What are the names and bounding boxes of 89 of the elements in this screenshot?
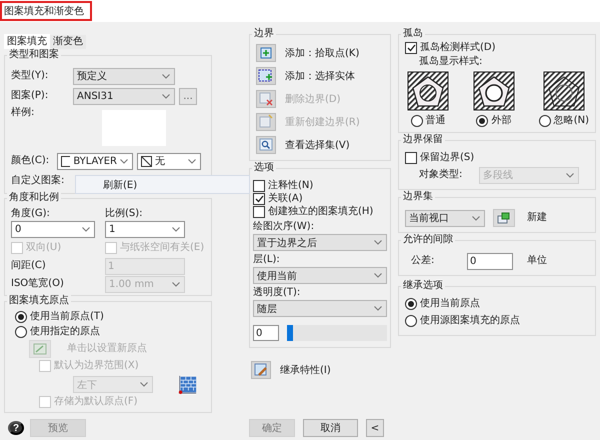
field-label: 颜色(C): bbox=[11, 154, 50, 168]
radio-button[interactable]: 使用源图案填充的原点 bbox=[405, 314, 520, 328]
checkbox[interactable]: 创建独立的图案填充(H) bbox=[253, 205, 387, 218]
caret-icon bbox=[566, 172, 574, 178]
paint-brush-icon bbox=[251, 360, 271, 378]
field-label: 自定义图案: bbox=[11, 174, 64, 188]
group-title: 角度和比例 bbox=[7, 192, 61, 204]
group-title: 选项 bbox=[252, 162, 276, 174]
group-title: 图案填充原点 bbox=[7, 295, 71, 307]
no-fill-icon bbox=[141, 156, 152, 166]
radio-button[interactable]: 外部 bbox=[476, 114, 512, 128]
tolerance-field[interactable]: 0 bbox=[467, 252, 513, 270]
field-label: 单击以设置新原点 bbox=[67, 342, 147, 356]
group-title: 孤岛 bbox=[401, 28, 425, 40]
new-set-icon bbox=[497, 212, 511, 224]
caret-icon bbox=[172, 282, 180, 286]
magnifier-icon bbox=[256, 136, 276, 154]
field-label: 类型(Y): bbox=[11, 69, 50, 83]
caret-icon bbox=[472, 216, 480, 220]
window-title: 图案填充和渐变色 bbox=[0, 1, 92, 21]
group-title: 边界 bbox=[252, 28, 276, 40]
checkbox[interactable]: 注释性(N) bbox=[253, 179, 387, 192]
help-button[interactable]: ? bbox=[8, 421, 24, 435]
group-title: 类型和图案 bbox=[7, 49, 61, 61]
group-title: 继承选项 bbox=[401, 280, 445, 292]
unit-label: 单位 bbox=[527, 254, 547, 268]
transparency-field[interactable]: 0 bbox=[253, 325, 279, 341]
checkbox[interactable]: 关联(A) bbox=[253, 192, 387, 205]
field-label: 孤岛显示样式: bbox=[418, 55, 484, 69]
boundary-set-dropdown[interactable]: 当前视口 bbox=[405, 210, 485, 226]
origin-pick-icon bbox=[33, 343, 47, 355]
field-label: ISO笔宽(O) bbox=[11, 277, 64, 291]
hatched-pentagon-ring-icon bbox=[472, 71, 515, 111]
caret-icon bbox=[82, 227, 90, 232]
type-dropdown[interactable]: 预定义 bbox=[73, 68, 175, 84]
radio-button[interactable]: 普通 bbox=[410, 114, 446, 128]
field-label: 间距(C) bbox=[11, 259, 46, 273]
caret-icon bbox=[374, 273, 382, 278]
draw-order-dropdown[interactable]: 置于边界之后 bbox=[253, 234, 387, 251]
caret-icon bbox=[374, 240, 382, 245]
caret-icon bbox=[162, 94, 170, 98]
recreate-boundary-icon bbox=[256, 112, 276, 130]
caret-icon bbox=[374, 306, 382, 311]
boundary-button[interactable]: 查看选择集(V) bbox=[256, 133, 350, 156]
background-color-dropdown[interactable]: 无 bbox=[137, 152, 201, 170]
transparency-slider[interactable] bbox=[287, 325, 387, 341]
pattern-dropdown[interactable]: ANSI31 bbox=[73, 88, 175, 104]
caret-icon bbox=[172, 227, 180, 232]
boundary-button[interactable]: 添加：拾取点(K) bbox=[256, 41, 360, 64]
field-label: 透明度(T): bbox=[253, 286, 302, 300]
inherit-button[interactable]: 继承特性(I) bbox=[251, 358, 391, 381]
color-swatch-icon bbox=[61, 156, 70, 166]
field-label: 角度(G): bbox=[11, 206, 50, 220]
field-label: 公差: bbox=[411, 254, 436, 268]
tab[interactable]: 渐变色 bbox=[50, 35, 86, 49]
group-title: 边界保留 bbox=[401, 134, 445, 146]
group-title: 边界集 bbox=[401, 191, 435, 203]
cancel-button[interactable]: 取消 bbox=[303, 419, 358, 437]
field-label: 对象类型: bbox=[419, 168, 464, 182]
field-label: 图案(P): bbox=[11, 89, 50, 103]
caret-icon bbox=[188, 158, 196, 164]
caret-icon bbox=[140, 382, 148, 387]
group-title: 允许的间隙 bbox=[401, 234, 455, 246]
menu-item[interactable]: 刷新(E) bbox=[76, 178, 138, 192]
checkmark-icon bbox=[254, 194, 264, 202]
caret-icon bbox=[162, 74, 170, 78]
new-boundary-set-button[interactable] bbox=[493, 209, 515, 227]
layer-dropdown[interactable]: 使用当前 bbox=[253, 267, 387, 284]
browse-button[interactable]: ... bbox=[179, 88, 197, 104]
add-object-icon bbox=[256, 66, 276, 84]
field-label: 绘图次序(W): bbox=[253, 220, 316, 234]
field-label: 比例(S): bbox=[105, 206, 143, 220]
brick-grid-icon bbox=[178, 375, 197, 394]
boundary-button[interactable]: 添加：选择实体 bbox=[256, 64, 355, 87]
field-label: 样例: bbox=[11, 106, 36, 120]
field-label: 层(L): bbox=[253, 253, 281, 267]
slider-thumb[interactable] bbox=[287, 325, 293, 341]
checkmark-icon bbox=[406, 44, 416, 52]
checkbox[interactable]: 孤岛检测样式(D) bbox=[405, 41, 589, 55]
color-dropdown[interactable]: BYLAYER bbox=[57, 152, 133, 170]
transparency-dropdown[interactable]: 随层 bbox=[253, 300, 387, 317]
add-point-icon bbox=[256, 44, 276, 62]
remove-boundary-icon bbox=[256, 90, 276, 108]
tab[interactable]: 图案填充 bbox=[4, 34, 50, 49]
radio-button[interactable]: 忽略(N) bbox=[538, 114, 589, 128]
radio-button[interactable]: 使用当前原点 bbox=[405, 297, 480, 311]
caret-icon bbox=[120, 158, 128, 164]
new-label: 新建 bbox=[527, 211, 547, 225]
collapse-button[interactable]: < bbox=[366, 419, 384, 437]
